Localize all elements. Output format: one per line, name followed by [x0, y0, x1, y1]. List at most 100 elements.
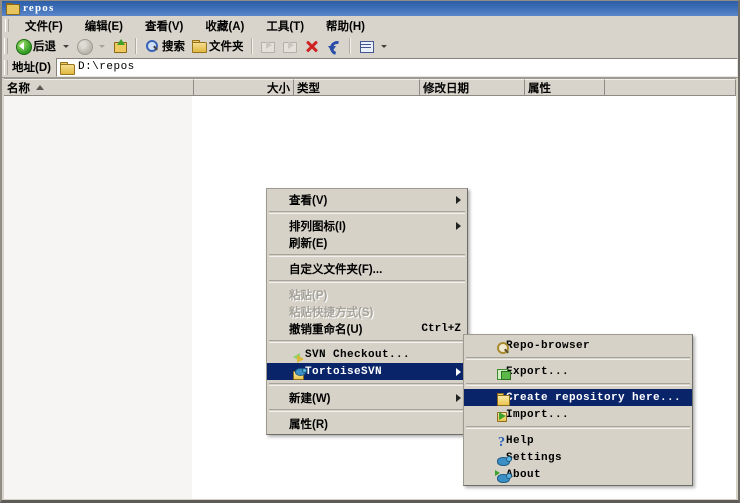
context-menu-item-paste: 粘贴(P)	[267, 286, 467, 303]
menu-bar: 文件(F) 编辑(E) 查看(V) 收藏(A) 工具(T) 帮助(H)	[2, 16, 738, 36]
column-header-modified-label: 修改日期	[423, 82, 469, 95]
context-menu-separator	[269, 340, 465, 343]
context-menu-item-svn-checkout[interactable]: SVN Checkout...	[267, 346, 467, 363]
column-header-name-label: 名称	[7, 82, 30, 95]
context-menu-item-customize-folder[interactable]: 自定义文件夹(F)...	[267, 260, 467, 277]
toolbar-grip[interactable]	[4, 38, 8, 54]
context-menu-item-undo-rename-accel: Ctrl+Z	[421, 322, 461, 335]
context-menu-item-view[interactable]: 查看(V)	[267, 191, 467, 208]
back-dropdown-icon[interactable]	[63, 44, 69, 48]
folders-button[interactable]: 文件夹	[188, 36, 247, 56]
up-button[interactable]	[109, 36, 131, 56]
chevron-right-icon	[456, 196, 461, 204]
context-menu-item-properties-label: 属性(R)	[289, 418, 328, 431]
menu-tools[interactable]: 工具(T)	[255, 16, 315, 36]
toolbar-separator-2	[250, 38, 253, 54]
folder-icon	[191, 38, 207, 54]
export-icon	[495, 367, 511, 381]
column-header-type-label: 类型	[297, 82, 320, 95]
address-value: D:\repos	[77, 61, 135, 73]
context-menu: 查看(V) 排列图标(I) 刷新(E) 自定义文件夹(F)... 粘贴(P) 粘…	[266, 188, 468, 435]
menu-file[interactable]: 文件(F)	[14, 16, 74, 36]
forward-dropdown-icon[interactable]	[99, 44, 105, 48]
menu-view[interactable]: 查看(V)	[134, 16, 194, 36]
forward-button[interactable]	[73, 36, 95, 56]
submenu-separator	[466, 357, 690, 360]
window-folder-icon	[6, 3, 20, 15]
search-button-label: 搜索	[162, 41, 185, 53]
views-dropdown-icon[interactable]	[380, 44, 387, 48]
context-menu-item-undo-rename-label: 撤销重命名(U)	[289, 323, 363, 336]
chevron-right-icon	[456, 368, 461, 376]
context-menu-item-undo-rename[interactable]: 撤销重命名(U) Ctrl+Z	[267, 320, 467, 337]
chevron-right-icon	[456, 394, 461, 402]
sort-ascending-icon	[36, 85, 44, 90]
search-button[interactable]: 搜索	[141, 36, 188, 56]
submenu-item-create-repository[interactable]: Create repository here...	[464, 389, 692, 406]
column-header-attributes-label: 属性	[528, 82, 551, 95]
menubar-grip[interactable]	[5, 19, 9, 32]
undo-button[interactable]	[323, 36, 347, 58]
submenu-item-repo-browser[interactable]: Repo-browser	[464, 337, 692, 354]
import-icon	[495, 410, 511, 424]
about-icon	[495, 469, 512, 484]
context-menu-item-view-label: 查看(V)	[289, 194, 328, 207]
column-header-size[interactable]: 大小	[194, 79, 294, 96]
context-menu-item-tortoisesvn-label: TortoiseSVN	[305, 365, 383, 378]
column-header-modified[interactable]: 修改日期	[420, 79, 525, 96]
title-bar: repos	[2, 1, 738, 16]
address-input[interactable]: D:\repos	[55, 57, 738, 77]
forward-arrow-icon	[76, 38, 93, 55]
menu-favorites[interactable]: 收藏(A)	[194, 16, 255, 36]
submenu-item-import[interactable]: Import...	[464, 406, 692, 423]
column-header-attributes[interactable]: 属性	[525, 79, 605, 96]
copy-to-icon	[282, 38, 298, 54]
toolbar-separator-3	[348, 38, 351, 54]
back-button-label: 后退	[33, 41, 56, 53]
context-menu-item-properties[interactable]: 属性(R)	[267, 415, 467, 432]
settings-icon	[495, 453, 512, 467]
context-menu-item-refresh[interactable]: 刷新(E)	[267, 234, 467, 251]
chevron-right-icon	[456, 222, 461, 230]
context-menu-item-arrange-icons[interactable]: 排列图标(I)	[267, 217, 467, 234]
submenu-item-settings[interactable]: Settings	[464, 449, 692, 466]
views-icon	[358, 38, 374, 54]
move-to-button[interactable]	[257, 36, 279, 56]
toolbar-separator	[135, 38, 137, 54]
undo-arrow-icon	[326, 38, 347, 58]
views-button[interactable]	[355, 36, 377, 56]
column-header-filler[interactable]	[605, 79, 736, 96]
repo-browser-icon	[495, 341, 511, 355]
address-folder-icon	[59, 60, 75, 75]
copy-to-button[interactable]	[279, 36, 301, 56]
context-menu-item-paste-shortcut: 粘贴快捷方式(S)	[267, 303, 467, 320]
delete-button[interactable]	[301, 36, 323, 56]
explorer-bar-pane	[4, 79, 193, 499]
menu-help[interactable]: 帮助(H)	[315, 16, 376, 36]
context-menu-item-tortoisesvn[interactable]: TortoiseSVN	[267, 363, 467, 380]
context-menu-item-refresh-label: 刷新(E)	[289, 237, 328, 250]
delete-x-icon	[304, 38, 320, 54]
submenu-item-create-repository-label: Create repository here...	[506, 391, 682, 404]
submenu-item-settings-label: Settings	[506, 451, 563, 464]
context-menu-item-new[interactable]: 新建(W)	[267, 389, 467, 406]
context-menu-separator	[269, 383, 465, 386]
context-menu-item-arrange-icons-label: 排列图标(I)	[289, 220, 346, 233]
menu-edit[interactable]: 编辑(E)	[74, 16, 134, 36]
context-menu-item-customize-folder-label: 自定义文件夹(F)...	[289, 263, 383, 276]
create-repository-icon	[495, 392, 511, 407]
column-header-size-label: 大小	[267, 82, 290, 95]
column-header-name[interactable]: 名称	[4, 79, 194, 96]
back-button[interactable]: 后退	[12, 36, 59, 56]
back-arrow-icon	[15, 38, 32, 55]
search-icon	[144, 38, 160, 54]
column-header-type[interactable]: 类型	[294, 79, 420, 96]
submenu-item-export[interactable]: Export...	[464, 363, 692, 380]
addressbar-grip[interactable]	[4, 59, 8, 75]
folders-button-label: 文件夹	[209, 41, 244, 53]
submenu-item-about[interactable]: About	[464, 466, 692, 483]
tortoisesvn-submenu: Repo-browser Export... Create repository…	[463, 334, 693, 486]
submenu-item-repo-browser-label: Repo-browser	[506, 339, 591, 352]
context-menu-item-paste-shortcut-label: 粘贴快捷方式(S)	[289, 306, 374, 319]
submenu-item-help[interactable]: ? Help	[464, 432, 692, 450]
